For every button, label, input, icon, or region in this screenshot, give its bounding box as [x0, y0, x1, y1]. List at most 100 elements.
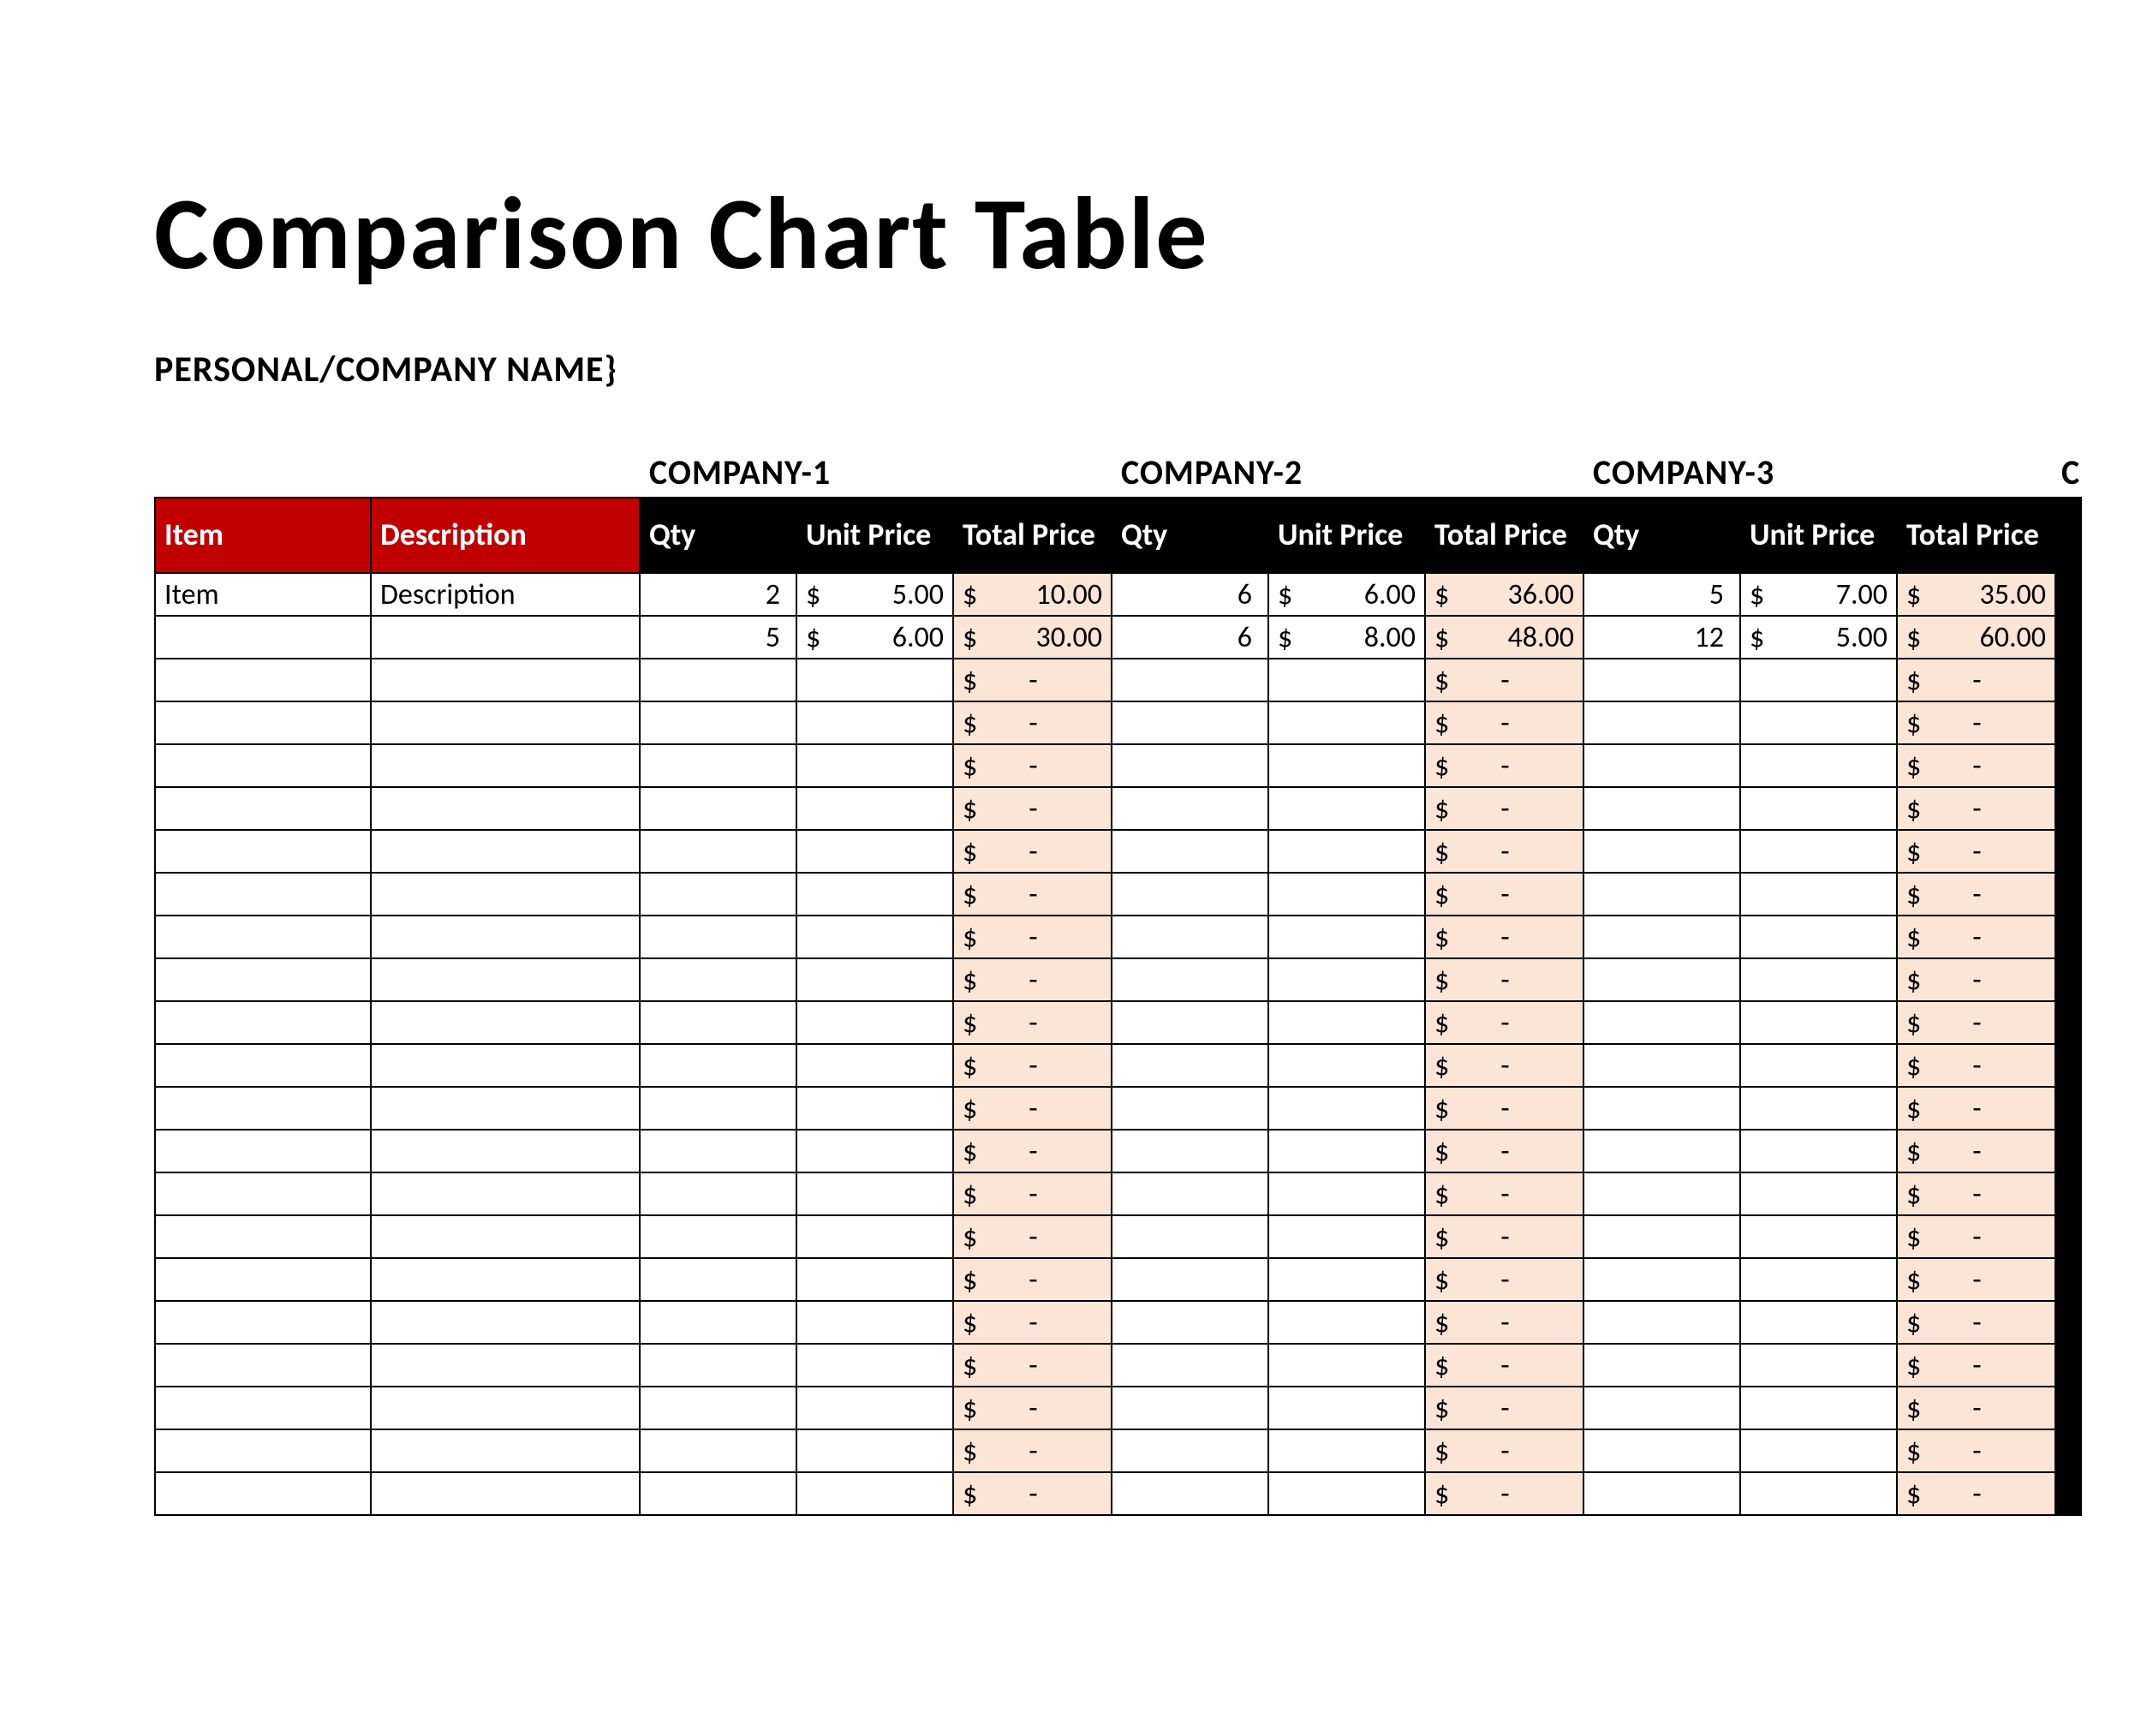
- table-cell[interactable]: [1583, 701, 1740, 744]
- money-cell-empty[interactable]: $-: [1897, 1215, 2055, 1258]
- money-cell[interactable]: $60.00: [1897, 616, 2055, 659]
- table-cell[interactable]: [1740, 1130, 1897, 1172]
- table-cell[interactable]: 6: [1112, 573, 1268, 616]
- table-cell[interactable]: [1583, 830, 1740, 873]
- table-cell[interactable]: [640, 659, 796, 701]
- table-cell[interactable]: [155, 1044, 371, 1087]
- table-cell[interactable]: [1112, 830, 1268, 873]
- table-cell[interactable]: [371, 1001, 640, 1044]
- table-cell[interactable]: [796, 830, 953, 873]
- table-cell[interactable]: 2: [640, 573, 796, 616]
- table-cell[interactable]: [1583, 1215, 1740, 1258]
- table-cell[interactable]: [796, 1344, 953, 1387]
- table-cell[interactable]: [640, 916, 796, 958]
- money-cell-empty[interactable]: $-: [953, 830, 1112, 873]
- table-cell[interactable]: [371, 1344, 640, 1387]
- money-cell-empty[interactable]: $-: [1897, 916, 2055, 958]
- table-cell[interactable]: [796, 1087, 953, 1130]
- table-cell[interactable]: [796, 1258, 953, 1301]
- table-cell[interactable]: [371, 1044, 640, 1087]
- money-cell-empty[interactable]: $-: [1425, 1130, 1583, 1172]
- table-cell[interactable]: [1740, 1172, 1897, 1215]
- money-cell-empty[interactable]: $-: [953, 873, 1112, 916]
- table-cell[interactable]: [640, 873, 796, 916]
- table-cell[interactable]: [1740, 1215, 1897, 1258]
- table-cell[interactable]: [371, 659, 640, 701]
- table-cell[interactable]: [1740, 1087, 1897, 1130]
- table-cell[interactable]: [1268, 1344, 1425, 1387]
- money-cell[interactable]: $6.00: [1268, 573, 1425, 616]
- table-cell[interactable]: [1740, 744, 1897, 787]
- table-cell[interactable]: [1740, 1301, 1897, 1344]
- table-cell[interactable]: 6: [1112, 616, 1268, 659]
- table-cell[interactable]: [640, 958, 796, 1001]
- table-cell[interactable]: [1112, 916, 1268, 958]
- money-cell[interactable]: $36.00: [1425, 573, 1583, 616]
- table-cell[interactable]: [1112, 1130, 1268, 1172]
- table-cell[interactable]: [1740, 1258, 1897, 1301]
- table-cell[interactable]: [155, 744, 371, 787]
- money-cell[interactable]: $30.00: [953, 616, 1112, 659]
- table-cell[interactable]: [1112, 787, 1268, 830]
- table-cell[interactable]: [1740, 1472, 1897, 1515]
- table-cell[interactable]: [1583, 1130, 1740, 1172]
- table-cell[interactable]: [155, 1301, 371, 1344]
- table-cell[interactable]: [640, 1387, 796, 1429]
- table-cell[interactable]: [1268, 1429, 1425, 1472]
- table-cell[interactable]: [640, 1001, 796, 1044]
- table-cell[interactable]: [1112, 1172, 1268, 1215]
- table-cell[interactable]: [1112, 701, 1268, 744]
- table-cell[interactable]: [371, 1087, 640, 1130]
- table-cell[interactable]: [796, 1130, 953, 1172]
- table-cell[interactable]: [371, 1215, 640, 1258]
- table-cell[interactable]: [371, 1429, 640, 1472]
- table-cell[interactable]: [796, 787, 953, 830]
- money-cell-empty[interactable]: $-: [953, 958, 1112, 1001]
- money-cell-empty[interactable]: $-: [1897, 1472, 2055, 1515]
- money-cell-empty[interactable]: $-: [953, 1044, 1112, 1087]
- table-cell[interactable]: [155, 1172, 371, 1215]
- table-cell[interactable]: [1268, 701, 1425, 744]
- money-cell-empty[interactable]: $-: [1425, 1429, 1583, 1472]
- table-cell[interactable]: [1740, 659, 1897, 701]
- table-cell[interactable]: [796, 1429, 953, 1472]
- table-cell[interactable]: [1268, 1001, 1425, 1044]
- money-cell-empty[interactable]: $-: [953, 1387, 1112, 1429]
- money-cell-empty[interactable]: $-: [1897, 830, 2055, 873]
- money-cell-empty[interactable]: $-: [1897, 1344, 2055, 1387]
- table-cell[interactable]: [155, 1472, 371, 1515]
- money-cell-empty[interactable]: $-: [1897, 1044, 2055, 1087]
- table-cell[interactable]: [1583, 659, 1740, 701]
- table-cell[interactable]: [1268, 1387, 1425, 1429]
- money-cell-empty[interactable]: $-: [1897, 1301, 2055, 1344]
- table-cell[interactable]: [1740, 830, 1897, 873]
- table-cell[interactable]: [1583, 1429, 1740, 1472]
- money-cell-empty[interactable]: $-: [1897, 1087, 2055, 1130]
- money-cell-empty[interactable]: $-: [953, 744, 1112, 787]
- table-cell[interactable]: [155, 1130, 371, 1172]
- table-cell[interactable]: [1740, 1001, 1897, 1044]
- money-cell-empty[interactable]: $-: [1897, 958, 2055, 1001]
- table-cell[interactable]: [640, 787, 796, 830]
- table-cell[interactable]: [1740, 1344, 1897, 1387]
- money-cell-empty[interactable]: $-: [953, 659, 1112, 701]
- table-cell[interactable]: [1268, 1130, 1425, 1172]
- table-cell[interactable]: [1112, 1344, 1268, 1387]
- table-cell[interactable]: [1583, 1301, 1740, 1344]
- table-cell[interactable]: [1583, 1172, 1740, 1215]
- table-cell[interactable]: [1268, 744, 1425, 787]
- money-cell-empty[interactable]: $-: [953, 1087, 1112, 1130]
- table-cell[interactable]: [371, 1172, 640, 1215]
- table-cell[interactable]: [155, 616, 371, 659]
- money-cell-empty[interactable]: $-: [953, 1215, 1112, 1258]
- money-cell-empty[interactable]: $-: [1897, 1172, 2055, 1215]
- table-cell[interactable]: [1112, 1044, 1268, 1087]
- table-cell[interactable]: [1268, 958, 1425, 1001]
- money-cell[interactable]: $10.00: [953, 573, 1112, 616]
- table-cell[interactable]: [155, 830, 371, 873]
- money-cell-empty[interactable]: $-: [1425, 958, 1583, 1001]
- table-cell[interactable]: [640, 1472, 796, 1515]
- table-cell[interactable]: [1112, 1387, 1268, 1429]
- money-cell-empty[interactable]: $-: [953, 1172, 1112, 1215]
- money-cell-empty[interactable]: $-: [1425, 701, 1583, 744]
